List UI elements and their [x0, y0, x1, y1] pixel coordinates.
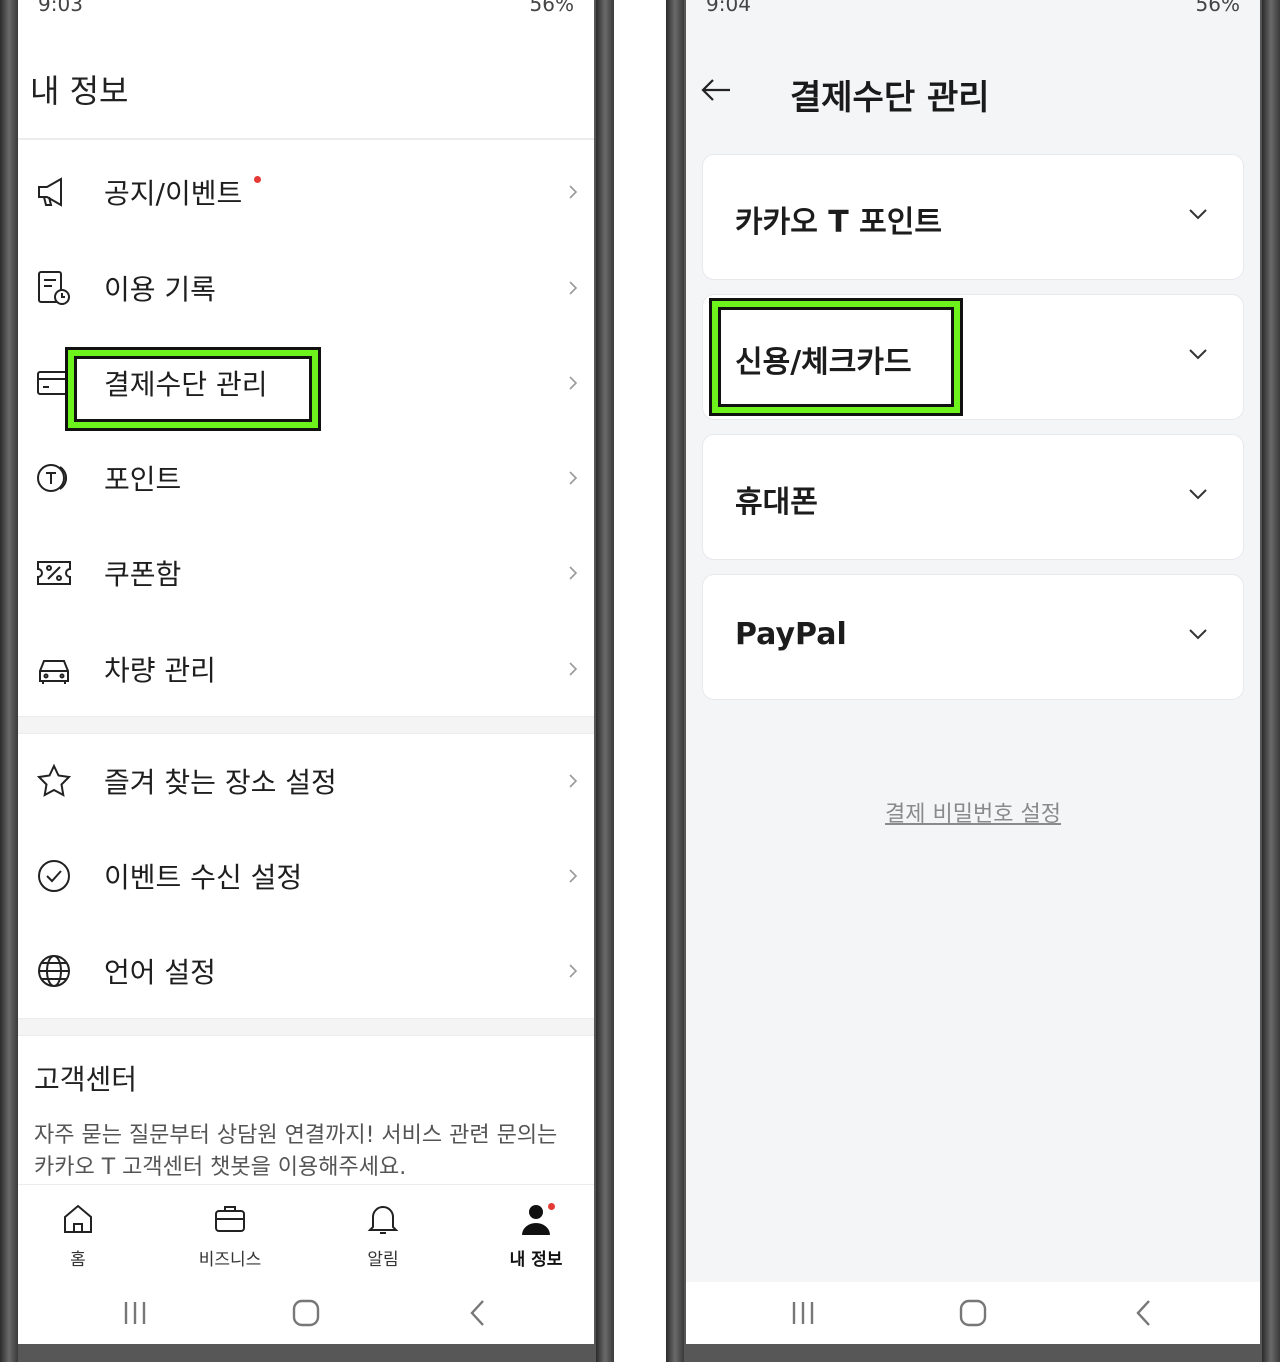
coupon-icon: [37, 561, 71, 585]
chevron-right-icon: [569, 185, 578, 199]
frame-edge: [666, 0, 684, 1362]
chevron-right-icon: [569, 662, 578, 676]
megaphone-icon: [38, 177, 62, 207]
menu-label: 언어 설정: [104, 956, 216, 989]
status-time: 9:04: [706, 0, 751, 16]
payment-password-link[interactable]: 결제 비밀번호 설정: [686, 796, 1260, 828]
menu-label: 즐겨 찾는 장소 설정: [104, 766, 337, 799]
chevron-down-icon: [1189, 209, 1207, 220]
payment-method-label: 휴대폰: [735, 485, 818, 520]
chevron-right-icon: [569, 281, 578, 295]
check-circle-icon: [38, 860, 70, 892]
point-coin-icon: [37, 464, 67, 492]
chevron-down-icon: [1189, 629, 1207, 640]
new-badge: [254, 176, 261, 183]
status-bar: 9:04 56%: [706, 0, 1240, 30]
chevron-right-icon: [569, 964, 578, 978]
home-icon: [64, 1204, 92, 1233]
system-nav-bar: [686, 1282, 1260, 1344]
payment-method-kakao-t-point[interactable]: 카카오 T 포인트: [702, 154, 1244, 280]
bell-icon: [367, 1206, 399, 1234]
menu-label: 이벤트 수신 설정: [104, 861, 303, 894]
frame-edge: [1262, 0, 1280, 1362]
page-title: 결제수단 관리: [790, 78, 990, 118]
recent-apps-icon[interactable]: [118, 1296, 152, 1330]
tab-business[interactable]: 비즈니스: [170, 1185, 290, 1285]
back-button-icon[interactable]: [462, 1296, 496, 1330]
notification-dot: [548, 1203, 555, 1210]
chevron-right-icon: [569, 566, 578, 580]
globe-icon: [38, 955, 70, 987]
page-title: 내 정보: [30, 72, 129, 110]
tab-my-info[interactable]: 내 정보: [476, 1185, 594, 1285]
system-nav-bar: [18, 1282, 594, 1344]
menu-item-event-subscription[interactable]: 이벤트 수신 설정: [18, 836, 594, 916]
status-battery: 56%: [529, 0, 574, 16]
phone-right: 9:04 56% 결제수단 관리 카카오 T 포인트 신용/체크카드 휴대폰 P…: [666, 0, 1280, 1362]
tab-label: 내 정보: [509, 1250, 563, 1270]
payment-method-phone[interactable]: 휴대폰: [702, 434, 1244, 560]
payment-management-screen: 9:04 56% 결제수단 관리 카카오 T 포인트 신용/체크카드 휴대폰 P…: [686, 0, 1260, 1344]
history-receipt-icon: [38, 271, 70, 305]
tab-label: 비즈니스: [198, 1250, 262, 1270]
tab-label: 알림: [367, 1250, 399, 1270]
payment-method-paypal[interactable]: PayPal: [702, 574, 1244, 700]
menu-label: 쿠폰함: [104, 558, 182, 591]
chevron-down-icon: [1189, 349, 1207, 360]
menu-item-notice[interactable]: 공지/이벤트: [18, 152, 594, 232]
customer-center-title: 고객센터: [34, 1063, 138, 1096]
customer-center-description: 자주 묻는 질문부터 상담원 연결까지! 서비스 관련 문의는 카카오 T 고객…: [34, 1123, 558, 1180]
briefcase-icon: [215, 1206, 245, 1232]
menu-label: 이용 기록: [104, 273, 216, 306]
frame-edge: [596, 0, 614, 1362]
tab-label: 홈: [70, 1250, 86, 1270]
payment-method-label: 카카오 T 포인트: [735, 205, 942, 240]
highlight-box: [712, 301, 960, 413]
chevron-down-icon: [1189, 489, 1207, 500]
tab-home[interactable]: 홈: [18, 1185, 138, 1285]
menu-item-points[interactable]: 포인트: [18, 438, 594, 518]
chevron-right-icon: [569, 376, 578, 390]
frame-edge: [0, 0, 18, 1362]
chevron-right-icon: [569, 471, 578, 485]
chevron-right-icon: [569, 774, 578, 788]
menu-item-history[interactable]: 이용 기록: [18, 248, 594, 328]
menu-label: 공지/이벤트: [104, 177, 243, 210]
recent-apps-icon[interactable]: [786, 1296, 820, 1330]
phone-left: 9:03 56% 내 정보 공지/이벤트 이용 기록 결제수단 관리 포인트 쿠…: [0, 0, 614, 1362]
menu-label: 포인트: [104, 463, 182, 496]
status-battery: 56%: [1195, 0, 1240, 16]
my-info-screen: 9:03 56% 내 정보 공지/이벤트 이용 기록 결제수단 관리 포인트 쿠…: [18, 0, 594, 1344]
status-time: 9:03: [38, 0, 83, 16]
bottom-tab-bar: 홈 비즈니스 알림 내 정보: [18, 1184, 594, 1285]
home-button-icon[interactable]: [956, 1296, 990, 1330]
back-arrow-icon[interactable]: [698, 72, 734, 108]
star-icon: [36, 763, 72, 797]
section-separator: [18, 716, 594, 734]
highlight-box: [68, 350, 318, 428]
chevron-right-icon: [569, 869, 578, 883]
menu-item-favorite-places[interactable]: 즐겨 찾는 장소 설정: [18, 741, 594, 821]
home-button-icon[interactable]: [289, 1296, 323, 1330]
menu-item-coupons[interactable]: 쿠폰함: [18, 533, 594, 613]
menu-item-vehicle[interactable]: 차량 관리: [18, 629, 594, 709]
divider: [18, 138, 594, 140]
car-icon: [39, 660, 69, 684]
status-bar: 9:03 56%: [38, 0, 574, 30]
tab-notifications[interactable]: 알림: [323, 1185, 443, 1285]
back-button-icon[interactable]: [1128, 1296, 1162, 1330]
section-separator: [18, 1018, 594, 1036]
payment-method-label: PayPal: [735, 617, 847, 652]
menu-label: 차량 관리: [104, 654, 216, 687]
menu-item-language[interactable]: 언어 설정: [18, 931, 594, 1011]
